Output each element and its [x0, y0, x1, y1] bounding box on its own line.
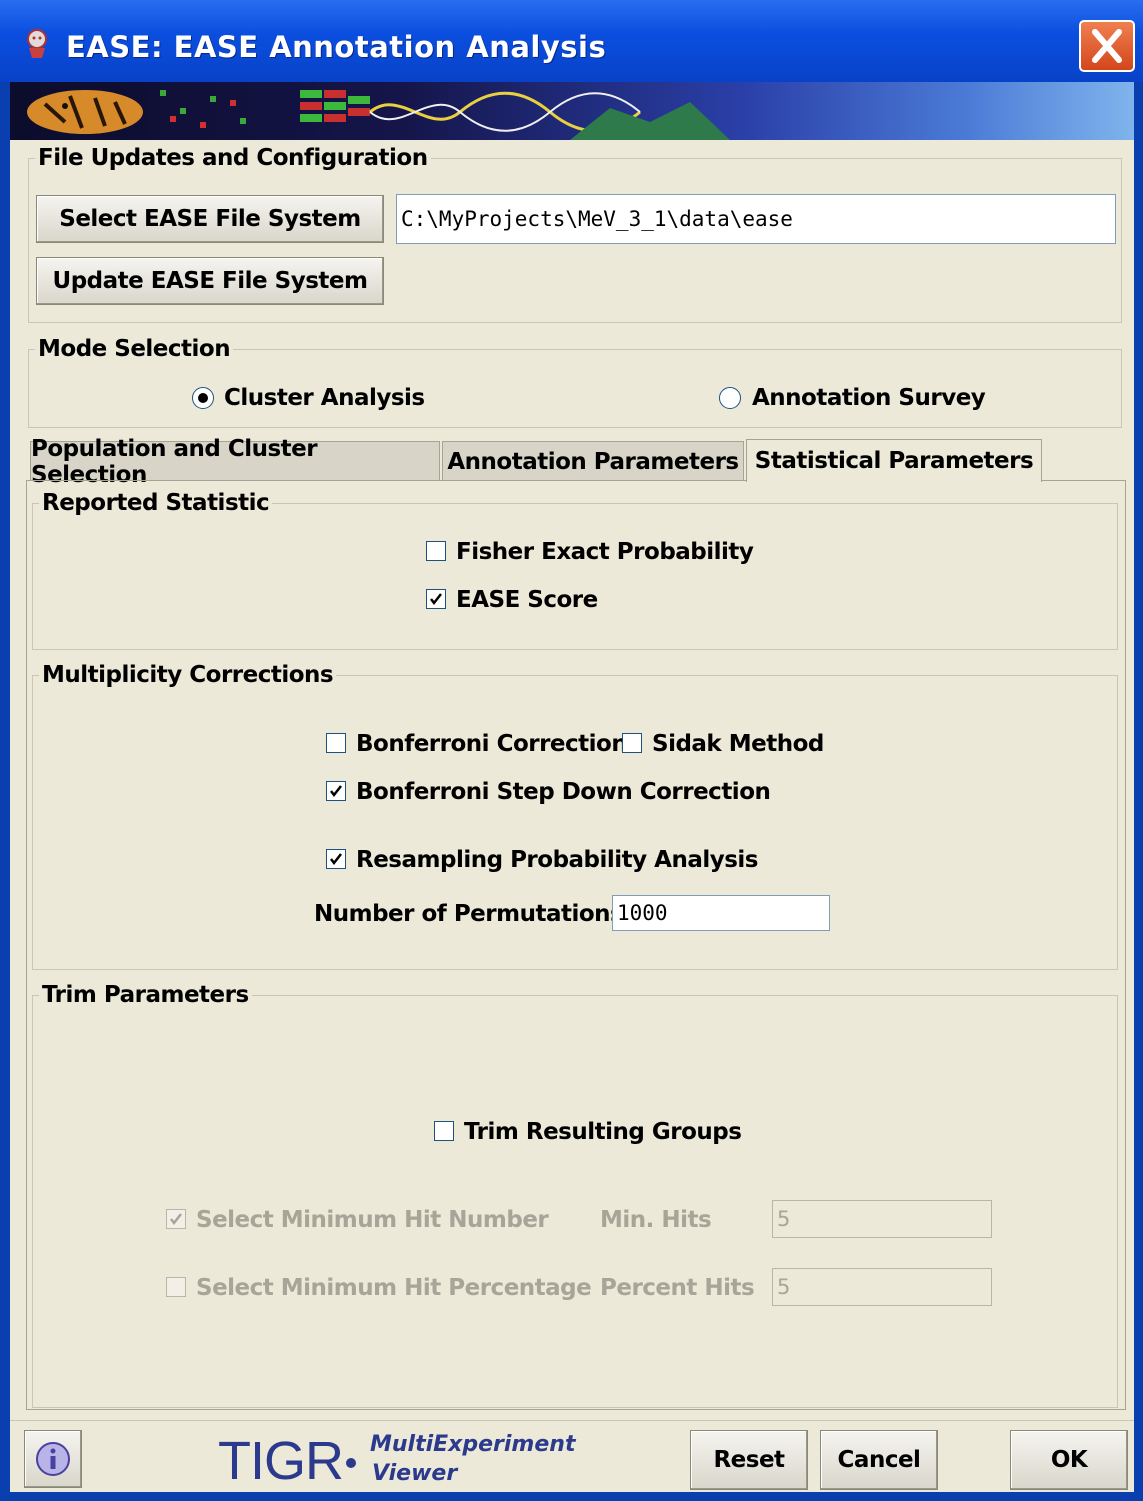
multiexperiment-text: MultiExperiment — [370, 1432, 576, 1457]
update-ease-file-system-button[interactable]: Update EASE File System — [36, 257, 384, 305]
tigr-app-icon — [27, 29, 47, 58]
min-hit-number-checkbox[interactable] — [166, 1209, 186, 1229]
tigr-logo: TIGR MultiExperiment Viewer — [218, 1428, 578, 1492]
min-hit-percentage-label[interactable]: Select Minimum Hit Percentage — [196, 1275, 592, 1301]
resampling-checkbox[interactable] — [326, 849, 346, 869]
fisher-exact-checkbox[interactable] — [426, 541, 446, 561]
reported-statistic-group: Reported Statistic — [32, 490, 1118, 650]
trim-parameters-group: Trim Parameters — [32, 982, 1118, 1408]
stepdown-checkbox[interactable] — [326, 781, 346, 801]
percent-hits-input[interactable]: 5 — [772, 1268, 992, 1306]
file-updates-legend: File Updates and Configuration — [38, 145, 428, 171]
min-hits-input[interactable]: 5 — [772, 1200, 992, 1238]
info-button[interactable] — [24, 1430, 82, 1488]
trim-resulting-groups-label[interactable]: Trim Resulting Groups — [464, 1119, 742, 1145]
window-title: EASE: EASE Annotation Analysis — [66, 30, 607, 64]
trim-resulting-groups-checkbox[interactable] — [434, 1121, 454, 1141]
close-button[interactable] — [1079, 20, 1135, 72]
sidak-checkbox[interactable] — [622, 733, 642, 753]
tab-annotation-parameters[interactable]: Annotation Parameters — [442, 441, 744, 481]
permutations-input[interactable]: 1000 — [612, 895, 830, 931]
reset-button[interactable]: Reset — [690, 1430, 808, 1490]
tigr-logo-text: TIGR — [218, 1431, 344, 1491]
min-hit-percentage-checkbox[interactable] — [166, 1277, 186, 1297]
min-hit-number-label[interactable]: Select Minimum Hit Number — [196, 1207, 549, 1233]
annotation-survey-label[interactable]: Annotation Survey — [752, 385, 986, 411]
min-hits-label: Min. Hits — [600, 1207, 712, 1233]
close-icon — [1092, 29, 1122, 63]
header-banner — [10, 82, 1134, 140]
info-icon — [36, 1442, 70, 1476]
viewer-text: Viewer — [372, 1461, 458, 1486]
ease-path-field[interactable]: C:\MyProjects\MeV_3_1\data\ease — [396, 194, 1116, 244]
permutations-label: Number of Permutations — [314, 901, 624, 927]
fisher-exact-label[interactable]: Fisher Exact Probability — [456, 539, 754, 565]
check-icon — [330, 853, 342, 866]
check-icon — [430, 593, 442, 606]
radio-selected-dot — [198, 393, 208, 403]
tab-population-cluster-selection[interactable]: Population and Cluster Selection — [30, 436, 440, 488]
ok-button[interactable]: OK — [1010, 1430, 1128, 1490]
bonferroni-checkbox[interactable] — [326, 733, 346, 753]
cluster-analysis-radio[interactable] — [192, 387, 214, 409]
cancel-button[interactable]: Cancel — [820, 1430, 938, 1490]
bonferroni-label[interactable]: Bonferroni Correction — [356, 731, 628, 757]
resampling-label[interactable]: Resampling Probability Analysis — [356, 847, 759, 873]
multiplicity-legend: Multiplicity Corrections — [42, 662, 334, 688]
sidak-label[interactable]: Sidak Method — [652, 731, 824, 757]
logo-bullet — [346, 1458, 356, 1468]
ease-score-checkbox[interactable] — [426, 589, 446, 609]
ease-score-label[interactable]: EASE Score — [456, 587, 598, 613]
banner-artwork — [27, 90, 730, 140]
tab-statistical-parameters[interactable]: Statistical Parameters — [746, 439, 1042, 482]
annotation-survey-radio[interactable] — [719, 387, 741, 409]
stepdown-label[interactable]: Bonferroni Step Down Correction — [356, 779, 771, 805]
cluster-analysis-label[interactable]: Cluster Analysis — [224, 385, 425, 411]
check-icon — [170, 1213, 182, 1226]
select-ease-file-system-button[interactable]: Select EASE File System — [36, 195, 384, 243]
percent-hits-label: Percent Hits — [600, 1275, 755, 1301]
title-bar[interactable]: EASE: EASE Annotation Analysis — [0, 0, 1143, 82]
ease-dialog-window: EASE: EASE Annotation Analysis File Upda… — [0, 0, 1143, 1501]
mode-selection-group: Mode Selection — [28, 336, 1122, 428]
check-icon — [330, 785, 342, 798]
mode-selection-legend: Mode Selection — [38, 336, 231, 362]
reported-statistic-legend: Reported Statistic — [42, 490, 270, 516]
trim-legend: Trim Parameters — [42, 982, 249, 1008]
